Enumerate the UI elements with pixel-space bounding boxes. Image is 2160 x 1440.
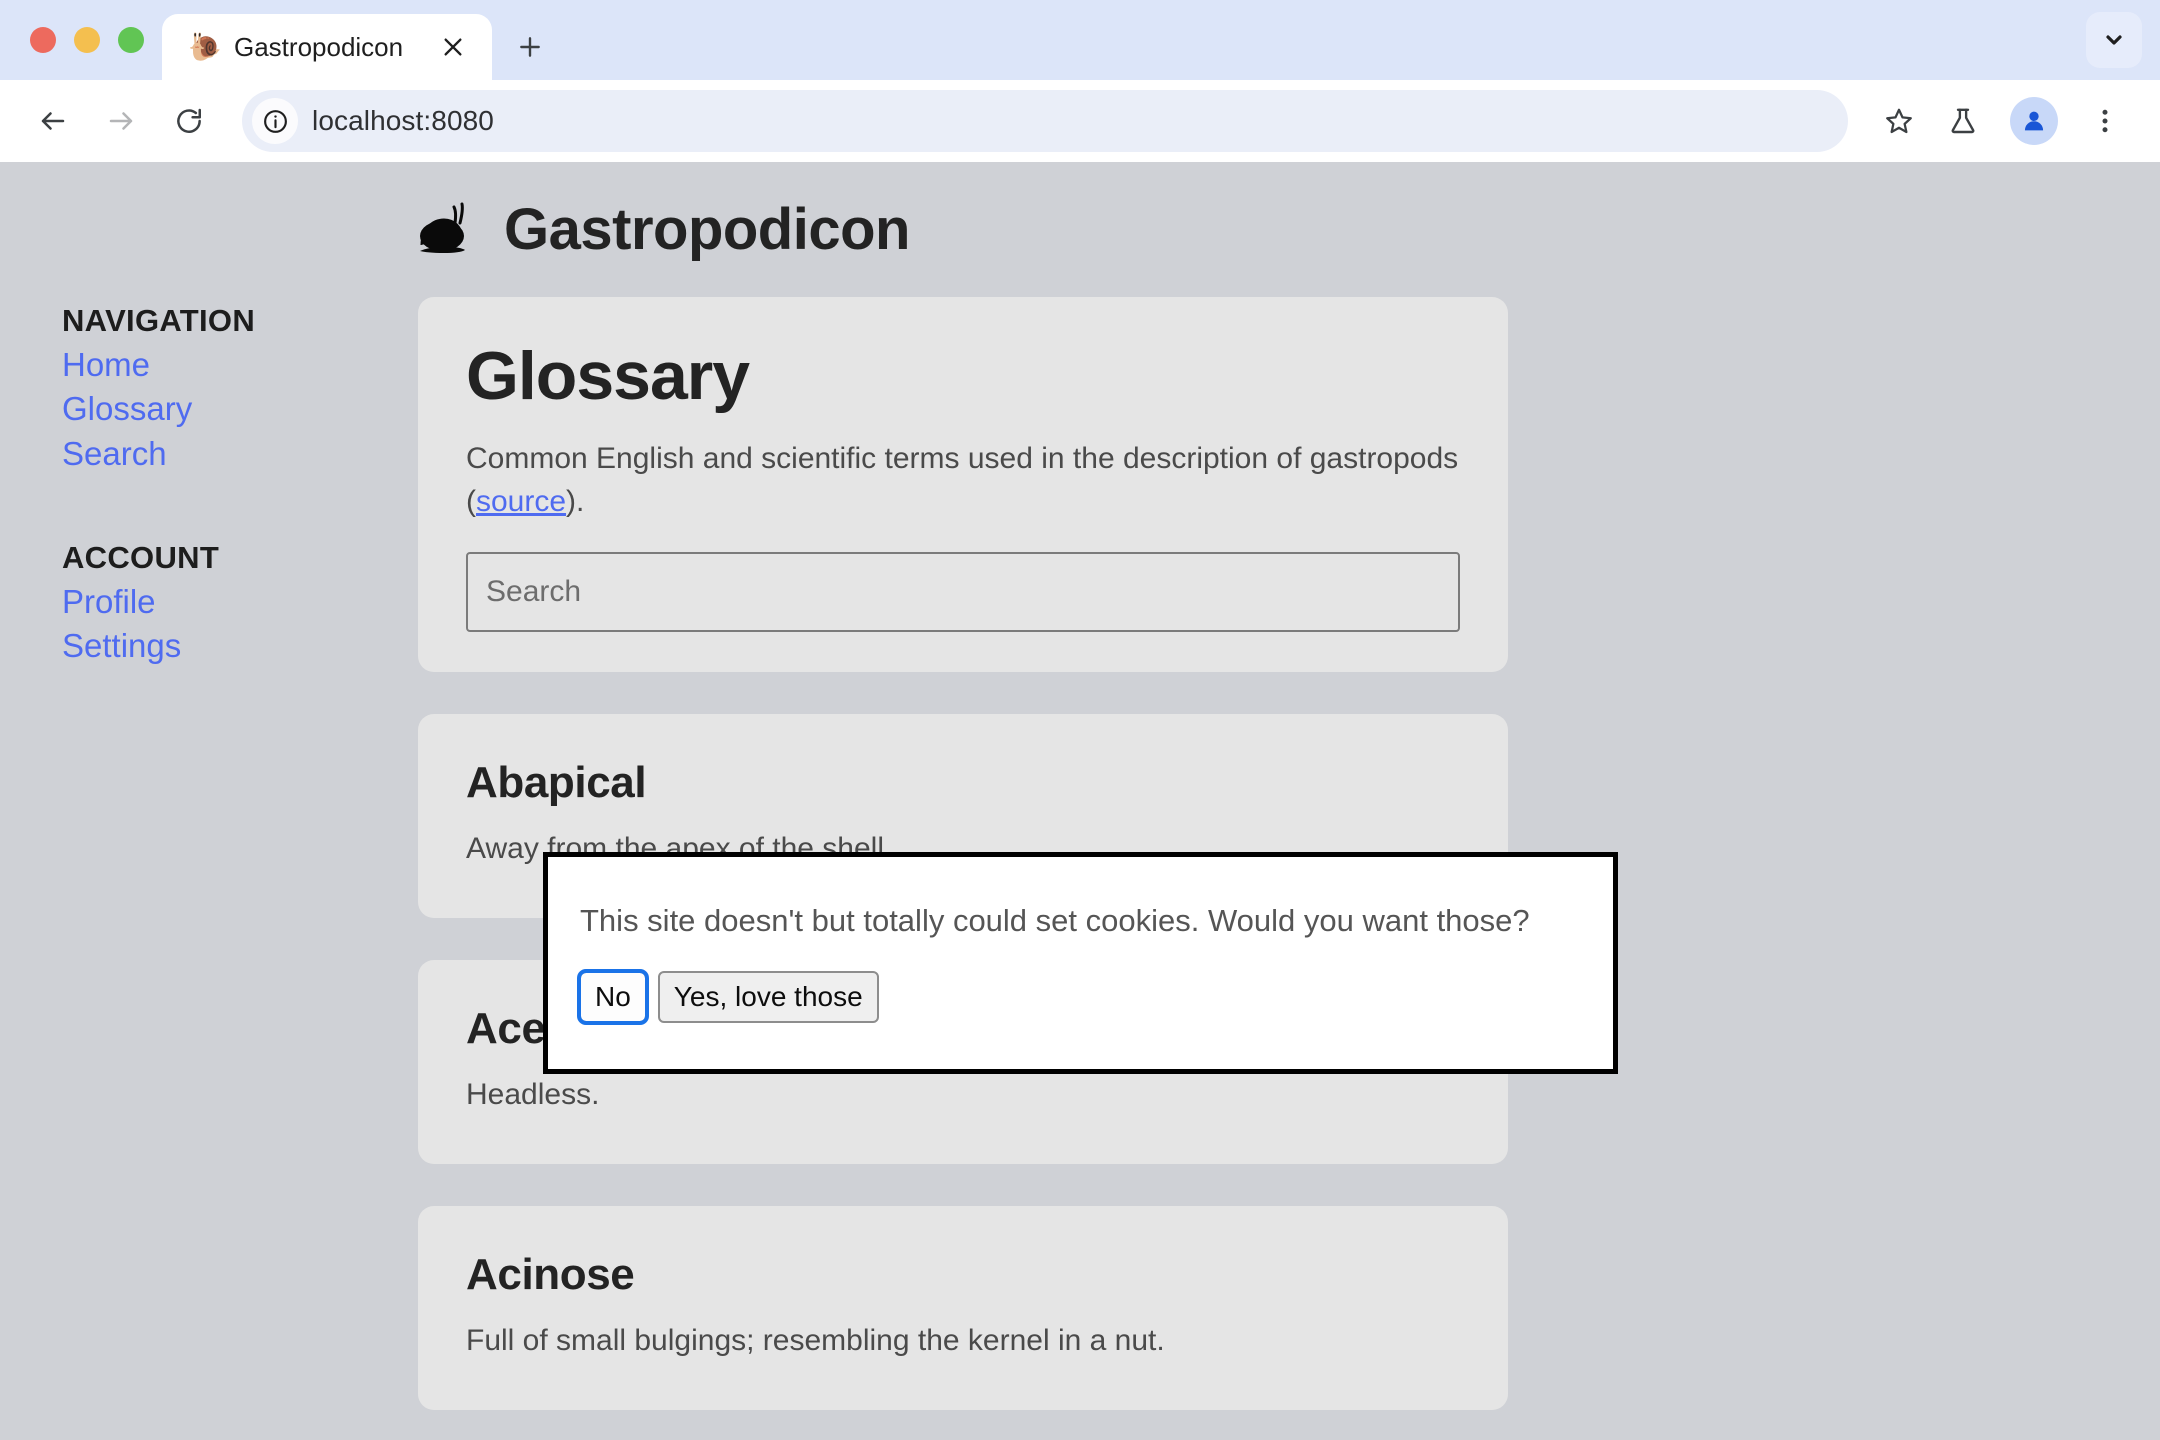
close-tab-icon[interactable] xyxy=(436,30,470,64)
labs-flask-icon[interactable] xyxy=(1934,92,1992,150)
sidebar: NAVIGATION Home Glossary Search ACCOUNT … xyxy=(62,297,418,1440)
bookmark-star-icon[interactable] xyxy=(1870,92,1928,150)
accept-cookies-button[interactable]: Yes, love those xyxy=(657,971,879,1023)
sidebar-heading-account: ACCOUNT xyxy=(62,539,220,575)
site-header: Gastropodicon xyxy=(0,162,2160,263)
sidebar-divider xyxy=(62,476,418,540)
cookie-dialog-actions: No Yes, love those xyxy=(577,969,1581,1025)
snail-favicon-icon: 🐌 xyxy=(188,31,222,62)
back-button[interactable] xyxy=(22,90,84,152)
sidebar-item-glossary[interactable]: Glossary xyxy=(62,387,418,431)
decline-cookies-button[interactable]: No xyxy=(577,969,649,1025)
glossary-intro-card: Glossary Common English and scientific t… xyxy=(418,297,1508,672)
window-controls xyxy=(22,0,162,80)
url-text: localhost:8080 xyxy=(312,105,494,136)
address-bar[interactable]: localhost:8080 xyxy=(242,90,1848,152)
forward-button[interactable] xyxy=(90,90,152,152)
page-viewport: Gastropodicon NAVIGATION Home Glossary S… xyxy=(0,162,2160,1440)
cookie-dialog-message: This site doesn't but totally could set … xyxy=(580,903,1530,939)
reload-button[interactable] xyxy=(158,90,220,152)
entry-term: Abapical xyxy=(466,757,647,807)
tab-search-button[interactable] xyxy=(2086,12,2142,68)
browser-window: 🐌 Gastropodicon localhost:8080 Gastropod… xyxy=(0,0,2160,1440)
snail-logo-icon xyxy=(420,202,465,253)
page-title: Glossary xyxy=(466,338,750,414)
sidebar-item-profile[interactable]: Profile xyxy=(62,580,418,624)
entry-definition: Headless. xyxy=(466,1077,600,1111)
close-window-button[interactable] xyxy=(30,27,56,53)
browser-toolbar: localhost:8080 xyxy=(0,80,2160,162)
glossary-description-tail: ). xyxy=(566,484,585,518)
entry-definition: Full of small bulgings; resembling the k… xyxy=(466,1323,1165,1357)
tab-title: Gastropodicon xyxy=(234,31,404,62)
sidebar-item-settings[interactable]: Settings xyxy=(62,624,418,668)
sidebar-item-search[interactable]: Search xyxy=(62,432,418,476)
source-link[interactable]: source xyxy=(476,485,566,518)
minimize-window-button[interactable] xyxy=(74,27,100,53)
entry-term: Acinose xyxy=(466,1249,635,1299)
site-title: Gastropodicon xyxy=(504,197,910,262)
browser-menu-icon[interactable] xyxy=(2076,92,2134,150)
cookie-consent-dialog: This site doesn't but totally could set … xyxy=(543,852,1618,1074)
search-input[interactable] xyxy=(466,551,1460,632)
browser-tab[interactable]: 🐌 Gastropodicon xyxy=(162,14,492,80)
maximize-window-button[interactable] xyxy=(118,27,144,53)
glossary-entry-card: Acinose Full of small bulgings; resembli… xyxy=(418,1205,1508,1410)
new-tab-button[interactable] xyxy=(502,19,558,75)
profile-avatar[interactable] xyxy=(2010,97,2058,145)
tab-strip: 🐌 Gastropodicon xyxy=(0,0,2160,80)
site-info-icon[interactable] xyxy=(252,98,298,144)
sidebar-heading-navigation: NAVIGATION xyxy=(62,303,256,338)
sidebar-item-home[interactable]: Home xyxy=(62,343,418,387)
glossary-description: Common English and scientific terms used… xyxy=(466,438,1460,523)
glossary-description-text: Common English and scientific terms used… xyxy=(466,442,1459,518)
